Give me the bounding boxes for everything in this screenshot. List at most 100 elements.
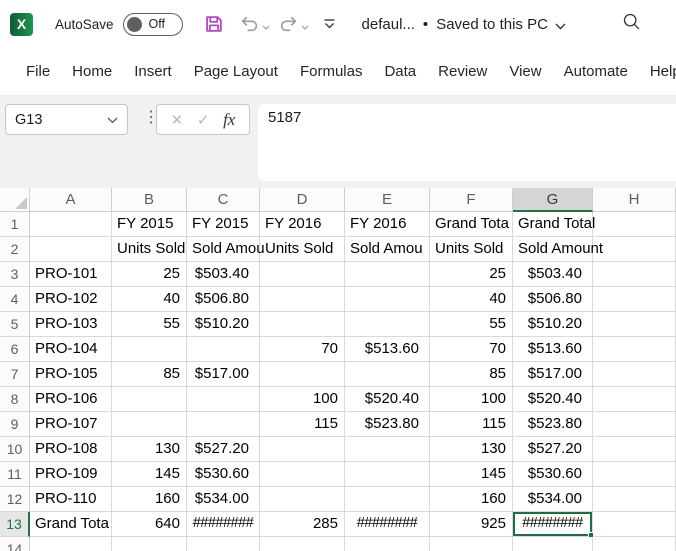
row-header-3[interactable]: 3 [0, 262, 30, 287]
menu-item-formulas[interactable]: Formulas [289, 63, 374, 80]
cell-F9[interactable]: 115 [430, 412, 513, 437]
cell-B9[interactable] [112, 412, 187, 437]
column-header-G[interactable]: G [513, 188, 593, 212]
cell-E4[interactable] [345, 287, 430, 312]
name-box[interactable]: G13 [5, 104, 128, 135]
column-header-E[interactable]: E [345, 188, 430, 212]
search-icon[interactable] [621, 11, 642, 37]
cell-D11[interactable] [260, 462, 345, 487]
cell-H2[interactable] [593, 237, 676, 262]
cell-G1[interactable]: Grand Total [513, 212, 593, 237]
menu-item-data[interactable]: Data [373, 63, 427, 80]
cell-E10[interactable] [345, 437, 430, 462]
cancel-icon[interactable]: ✕ [171, 111, 184, 129]
menu-item-insert[interactable]: Insert [123, 63, 183, 80]
cell-F4[interactable]: 40 [430, 287, 513, 312]
row-header-9[interactable]: 9 [0, 412, 30, 437]
menu-item-view[interactable]: View [498, 63, 552, 80]
row-header-10[interactable]: 10 [0, 437, 30, 462]
cell-H13[interactable] [593, 512, 676, 537]
column-header-F[interactable]: F [430, 188, 513, 212]
row-header-6[interactable]: 6 [0, 337, 30, 362]
cell-C9[interactable] [187, 412, 260, 437]
cell-H4[interactable] [593, 287, 676, 312]
cell-A10[interactable]: PRO-108 [30, 437, 112, 462]
enter-icon[interactable]: ✓ [197, 111, 210, 129]
menu-item-home[interactable]: Home [61, 63, 123, 80]
cell-C11[interactable]: $530.60 [187, 462, 260, 487]
cell-G11[interactable]: $530.60 [513, 462, 593, 487]
cell-F7[interactable]: 85 [430, 362, 513, 387]
undo-icon[interactable] [239, 14, 260, 34]
cell-A2[interactable] [30, 237, 112, 262]
column-header-B[interactable]: B [112, 188, 187, 212]
cell-A6[interactable]: PRO-104 [30, 337, 112, 362]
cell-G8[interactable]: $520.40 [513, 387, 593, 412]
cell-G3[interactable]: $503.40 [513, 262, 593, 287]
cell-E14[interactable] [345, 537, 430, 551]
row-header-5[interactable]: 5 [0, 312, 30, 337]
cell-B1[interactable]: FY 2015 [112, 212, 187, 237]
row-header-14[interactable]: 14 [0, 537, 30, 551]
cell-H11[interactable] [593, 462, 676, 487]
cell-E2[interactable]: Sold Amou [345, 237, 430, 262]
cell-C10[interactable]: $527.20 [187, 437, 260, 462]
cell-H1[interactable] [593, 212, 676, 237]
name-box-chevron-icon[interactable] [107, 112, 118, 128]
saved-status[interactable]: Saved to this PC [436, 16, 548, 33]
column-header-A[interactable]: A [30, 188, 112, 212]
column-header-C[interactable]: C [187, 188, 260, 212]
cell-B5[interactable]: 55 [112, 312, 187, 337]
cell-A13[interactable]: Grand Tota [30, 512, 112, 537]
cell-D12[interactable] [260, 487, 345, 512]
cell-C14[interactable] [187, 537, 260, 551]
row-header-13[interactable]: 13 [0, 512, 30, 537]
cell-C6[interactable] [187, 337, 260, 362]
cell-A7[interactable]: PRO-105 [30, 362, 112, 387]
cell-F11[interactable]: 145 [430, 462, 513, 487]
cell-G6[interactable]: $513.60 [513, 337, 593, 362]
cell-H14[interactable] [593, 537, 676, 551]
cell-B12[interactable]: 160 [112, 487, 187, 512]
cell-A3[interactable]: PRO-101 [30, 262, 112, 287]
cell-A12[interactable]: PRO-110 [30, 487, 112, 512]
cell-H9[interactable] [593, 412, 676, 437]
cell-E7[interactable] [345, 362, 430, 387]
cell-D10[interactable] [260, 437, 345, 462]
autosave-toggle[interactable]: Off [123, 13, 183, 36]
cell-H6[interactable] [593, 337, 676, 362]
cell-A1[interactable] [30, 212, 112, 237]
cell-E12[interactable] [345, 487, 430, 512]
cell-D14[interactable] [260, 537, 345, 551]
row-header-11[interactable]: 11 [0, 462, 30, 487]
cell-F8[interactable]: 100 [430, 387, 513, 412]
menu-item-help[interactable]: Help [639, 63, 676, 80]
cell-H12[interactable] [593, 487, 676, 512]
cell-H5[interactable] [593, 312, 676, 337]
cell-C13[interactable]: ######## [187, 512, 260, 537]
cell-B10[interactable]: 130 [112, 437, 187, 462]
cell-E9[interactable]: $523.80 [345, 412, 430, 437]
row-header-12[interactable]: 12 [0, 487, 30, 512]
menu-item-review[interactable]: Review [427, 63, 498, 80]
cell-B14[interactable] [112, 537, 187, 551]
cell-F5[interactable]: 55 [430, 312, 513, 337]
cell-E5[interactable] [345, 312, 430, 337]
cell-F10[interactable]: 130 [430, 437, 513, 462]
document-title[interactable]: defaul... [362, 16, 415, 33]
cell-H3[interactable] [593, 262, 676, 287]
menu-item-file[interactable]: File [15, 63, 61, 80]
cell-F3[interactable]: 25 [430, 262, 513, 287]
cell-A9[interactable]: PRO-107 [30, 412, 112, 437]
cell-D7[interactable] [260, 362, 345, 387]
cell-C1[interactable]: FY 2015 [187, 212, 260, 237]
row-header-2[interactable]: 2 [0, 237, 30, 262]
cell-B7[interactable]: 85 [112, 362, 187, 387]
cell-D8[interactable]: 100 [260, 387, 345, 412]
cell-E13[interactable]: ######## [345, 512, 430, 537]
title-dropdown-chevron[interactable] [555, 17, 566, 34]
cell-F1[interactable]: Grand Tota [430, 212, 513, 237]
cell-F2[interactable]: Units Sold [430, 237, 513, 262]
cell-D5[interactable] [260, 312, 345, 337]
undo-dropdown-chevron[interactable] [262, 18, 270, 36]
